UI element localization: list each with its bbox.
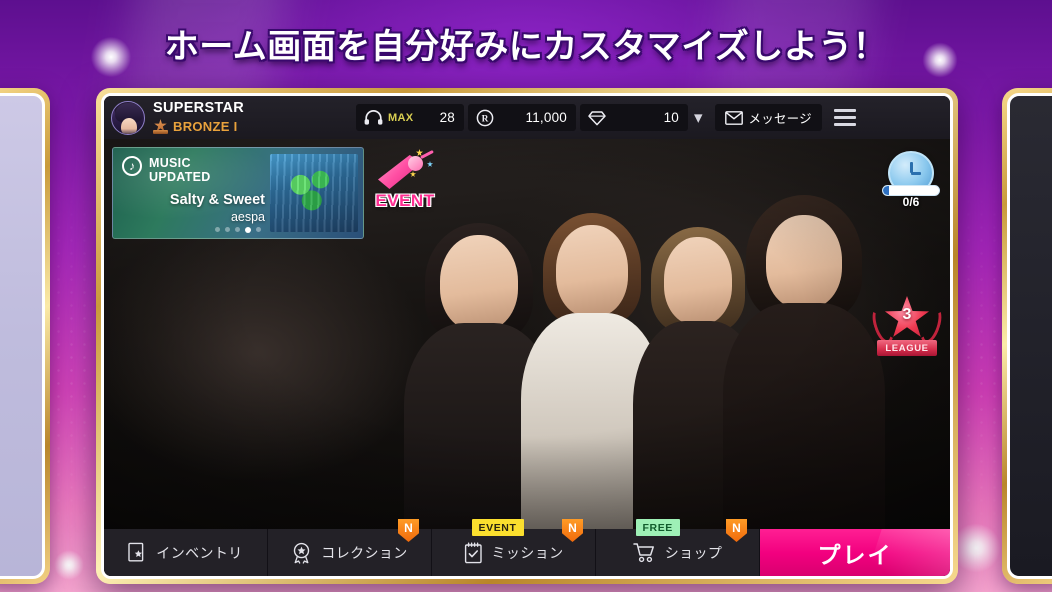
diamond-value: 10 (663, 110, 679, 125)
mission-checklist-icon (464, 542, 483, 564)
carousel-dot[interactable] (225, 227, 230, 232)
new-badge: N (562, 519, 583, 542)
currency-group: MAX 28 R 11,000 10 ▾ (356, 104, 709, 131)
free-tag: FREE (635, 519, 680, 536)
play-button[interactable]: プレイ (760, 529, 950, 576)
headphone-max-label: MAX (388, 111, 414, 124)
nav-label-mission: ミッション (491, 544, 564, 561)
nav-item-inventory[interactable]: インベントリ (104, 529, 268, 576)
game-screen: SUPERSTAR BRONZE I MAX 28 R 11,000 10 ▾ … (101, 93, 953, 579)
new-badge: N (398, 519, 419, 542)
song-artist: aespa (230, 210, 265, 224)
music-note-icon: ♪ (122, 156, 142, 176)
nickname: SUPERSTAR (153, 99, 245, 116)
nav-label-shop: ショップ (664, 544, 723, 561)
svg-text:R: R (482, 114, 489, 124)
carousel-dot-active[interactable] (245, 227, 251, 233)
carousel-dot[interactable] (215, 227, 220, 232)
event-tag: EVENT (471, 519, 524, 536)
diamond-icon (587, 110, 607, 126)
nav-item-shop[interactable]: FREE N ショップ (596, 519, 760, 576)
game-top-bar: SUPERSTAR BRONZE I MAX 28 R 11,000 10 ▾ … (104, 96, 950, 139)
side-phone-frame-left (0, 88, 50, 584)
event-button[interactable]: EVENT (370, 145, 440, 215)
main-phone-frame: SUPERSTAR BRONZE I MAX 28 R 11,000 10 ▾ … (96, 88, 958, 584)
timer-progress-fill (883, 186, 889, 195)
league-tier-number: 3 (902, 306, 912, 323)
inventory-card-icon (128, 542, 147, 563)
bronze-star-trophy-icon (153, 119, 169, 135)
league-label: LEAGUE (885, 342, 929, 354)
timer-progress-text: 0/6 (902, 195, 920, 209)
confetti-3 (410, 171, 416, 177)
timer-reward-button[interactable]: 0/6 (882, 151, 940, 209)
nav-item-collection[interactable]: N コレクション (268, 519, 432, 576)
league-button[interactable]: 3 LEAGUE (868, 294, 946, 356)
headphone-value: 28 (439, 110, 455, 125)
currency-rcoin[interactable]: R 11,000 (468, 104, 576, 131)
carousel-dots[interactable] (113, 227, 363, 233)
carousel-dot[interactable] (256, 227, 261, 232)
music-banner-line2: UPDATED (149, 170, 211, 184)
chevron-down-icon[interactable]: ▾ (692, 109, 709, 126)
music-updated-banner[interactable]: ♪ MUSIC UPDATED Salty & Sweet aespa (112, 147, 364, 239)
avatar-hair (115, 102, 143, 122)
play-label: プレイ (817, 541, 893, 568)
shop-cart-icon (632, 542, 656, 563)
side-phone-screen-left (0, 93, 45, 579)
currency-diamond[interactable]: 10 (580, 104, 688, 131)
message-label: メッセージ (748, 112, 812, 126)
confetti-2 (427, 161, 433, 167)
nav-label-inventory: インベントリ (156, 544, 243, 561)
rcoin-value: 11,000 (525, 110, 567, 125)
confetti-streamer (420, 149, 434, 160)
message-button[interactable]: メッセージ (714, 104, 822, 131)
league-ribbon: LEAGUE (877, 340, 937, 356)
currency-headphone[interactable]: MAX 28 (356, 104, 464, 131)
side-phone-frame-right (1002, 88, 1052, 584)
game-bottom-nav: インベントリ N コレクション EVENT N ミッション FREE N ショッ… (104, 519, 950, 576)
new-badge: N (726, 519, 747, 542)
event-label: EVENT (375, 191, 435, 210)
music-banner-line1: MUSIC (149, 156, 191, 170)
carousel-dot[interactable] (235, 227, 240, 232)
profile-block[interactable]: SUPERSTAR BRONZE I (104, 99, 356, 135)
headphone-icon (363, 110, 383, 125)
nav-label-collection: コレクション (321, 544, 408, 561)
rank-label: BRONZE I (173, 118, 238, 134)
profile-text: SUPERSTAR BRONZE I (153, 99, 245, 135)
avatar[interactable] (111, 100, 145, 135)
music-banner-header-text: MUSIC UPDATED (149, 156, 211, 184)
side-phone-screen-right (1007, 93, 1052, 579)
music-banner-header: ♪ MUSIC UPDATED (122, 156, 211, 184)
nav-item-mission[interactable]: EVENT N ミッション (432, 519, 596, 576)
collection-medal-icon (291, 542, 312, 564)
promo-headline: ホーム画面を自分好みにカスタマイズしよう！ (164, 28, 888, 66)
rank-row: BRONZE I (153, 118, 244, 135)
r-coin-icon: R (475, 109, 495, 127)
album-art (270, 154, 358, 232)
hamburger-menu-icon[interactable] (833, 109, 856, 126)
home-background-photo: ♪ MUSIC UPDATED Salty & Sweet aespa EVEN… (104, 139, 950, 529)
song-title: Salty & Sweet (169, 192, 265, 208)
envelope-icon (724, 110, 743, 125)
